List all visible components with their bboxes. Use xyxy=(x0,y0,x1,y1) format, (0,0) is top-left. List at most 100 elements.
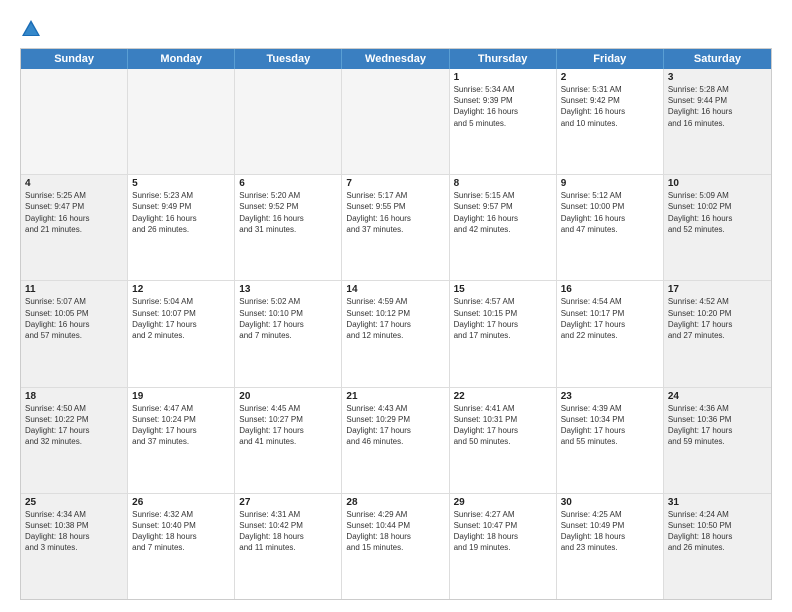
cal-cell-day-15: 15Sunrise: 4:57 AM Sunset: 10:15 PM Dayl… xyxy=(450,281,557,386)
logo-icon xyxy=(20,18,42,40)
day-number: 9 xyxy=(561,178,659,189)
cal-cell-day-12: 12Sunrise: 5:04 AM Sunset: 10:07 PM Dayl… xyxy=(128,281,235,386)
cal-cell-day-16: 16Sunrise: 4:54 AM Sunset: 10:17 PM Dayl… xyxy=(557,281,664,386)
header-cell-wednesday: Wednesday xyxy=(342,49,449,69)
cell-info: Sunrise: 4:59 AM Sunset: 10:12 PM Daylig… xyxy=(346,296,444,341)
cal-cell-day-26: 26Sunrise: 4:32 AM Sunset: 10:40 PM Dayl… xyxy=(128,494,235,599)
cell-info: Sunrise: 5:04 AM Sunset: 10:07 PM Daylig… xyxy=(132,296,230,341)
cal-cell-day-7: 7Sunrise: 5:17 AM Sunset: 9:55 PM Daylig… xyxy=(342,175,449,280)
cell-info: Sunrise: 4:34 AM Sunset: 10:38 PM Daylig… xyxy=(25,509,123,554)
cell-info: Sunrise: 5:15 AM Sunset: 9:57 PM Dayligh… xyxy=(454,190,552,235)
cal-row-0: 1Sunrise: 5:34 AM Sunset: 9:39 PM Daylig… xyxy=(21,69,771,175)
cell-info: Sunrise: 4:36 AM Sunset: 10:36 PM Daylig… xyxy=(668,403,767,448)
day-number: 21 xyxy=(346,391,444,402)
cal-cell-day-9: 9Sunrise: 5:12 AM Sunset: 10:00 PM Dayli… xyxy=(557,175,664,280)
cal-row-4: 25Sunrise: 4:34 AM Sunset: 10:38 PM Dayl… xyxy=(21,494,771,599)
header xyxy=(20,18,772,40)
day-number: 10 xyxy=(668,178,767,189)
day-number: 11 xyxy=(25,284,123,295)
cal-row-2: 11Sunrise: 5:07 AM Sunset: 10:05 PM Dayl… xyxy=(21,281,771,387)
header-cell-tuesday: Tuesday xyxy=(235,49,342,69)
day-number: 23 xyxy=(561,391,659,402)
cal-cell-day-30: 30Sunrise: 4:25 AM Sunset: 10:49 PM Dayl… xyxy=(557,494,664,599)
cell-info: Sunrise: 5:12 AM Sunset: 10:00 PM Daylig… xyxy=(561,190,659,235)
header-cell-saturday: Saturday xyxy=(664,49,771,69)
cell-info: Sunrise: 4:31 AM Sunset: 10:42 PM Daylig… xyxy=(239,509,337,554)
day-number: 18 xyxy=(25,391,123,402)
day-number: 20 xyxy=(239,391,337,402)
cal-cell-day-24: 24Sunrise: 4:36 AM Sunset: 10:36 PM Dayl… xyxy=(664,388,771,493)
day-number: 5 xyxy=(132,178,230,189)
day-number: 7 xyxy=(346,178,444,189)
day-number: 17 xyxy=(668,284,767,295)
cal-cell-day-19: 19Sunrise: 4:47 AM Sunset: 10:24 PM Dayl… xyxy=(128,388,235,493)
cell-info: Sunrise: 5:28 AM Sunset: 9:44 PM Dayligh… xyxy=(668,84,767,129)
cell-info: Sunrise: 5:31 AM Sunset: 9:42 PM Dayligh… xyxy=(561,84,659,129)
cell-info: Sunrise: 4:24 AM Sunset: 10:50 PM Daylig… xyxy=(668,509,767,554)
cell-info: Sunrise: 4:47 AM Sunset: 10:24 PM Daylig… xyxy=(132,403,230,448)
calendar-header: SundayMondayTuesdayWednesdayThursdayFrid… xyxy=(21,49,771,69)
cell-info: Sunrise: 4:43 AM Sunset: 10:29 PM Daylig… xyxy=(346,403,444,448)
cal-row-3: 18Sunrise: 4:50 AM Sunset: 10:22 PM Dayl… xyxy=(21,388,771,494)
cell-info: Sunrise: 4:52 AM Sunset: 10:20 PM Daylig… xyxy=(668,296,767,341)
day-number: 30 xyxy=(561,497,659,508)
cal-cell-day-11: 11Sunrise: 5:07 AM Sunset: 10:05 PM Dayl… xyxy=(21,281,128,386)
cell-info: Sunrise: 4:29 AM Sunset: 10:44 PM Daylig… xyxy=(346,509,444,554)
cal-cell-day-2: 2Sunrise: 5:31 AM Sunset: 9:42 PM Daylig… xyxy=(557,69,664,174)
day-number: 2 xyxy=(561,72,659,83)
cal-cell-empty xyxy=(342,69,449,174)
cal-cell-day-6: 6Sunrise: 5:20 AM Sunset: 9:52 PM Daylig… xyxy=(235,175,342,280)
cal-cell-day-31: 31Sunrise: 4:24 AM Sunset: 10:50 PM Dayl… xyxy=(664,494,771,599)
cell-info: Sunrise: 5:20 AM Sunset: 9:52 PM Dayligh… xyxy=(239,190,337,235)
cal-cell-day-28: 28Sunrise: 4:29 AM Sunset: 10:44 PM Dayl… xyxy=(342,494,449,599)
cal-cell-day-4: 4Sunrise: 5:25 AM Sunset: 9:47 PM Daylig… xyxy=(21,175,128,280)
page: SundayMondayTuesdayWednesdayThursdayFrid… xyxy=(0,0,792,612)
cell-info: Sunrise: 5:34 AM Sunset: 9:39 PM Dayligh… xyxy=(454,84,552,129)
calendar: SundayMondayTuesdayWednesdayThursdayFrid… xyxy=(20,48,772,600)
day-number: 13 xyxy=(239,284,337,295)
day-number: 26 xyxy=(132,497,230,508)
cell-info: Sunrise: 4:32 AM Sunset: 10:40 PM Daylig… xyxy=(132,509,230,554)
cell-info: Sunrise: 4:57 AM Sunset: 10:15 PM Daylig… xyxy=(454,296,552,341)
cal-row-1: 4Sunrise: 5:25 AM Sunset: 9:47 PM Daylig… xyxy=(21,175,771,281)
day-number: 8 xyxy=(454,178,552,189)
cell-info: Sunrise: 4:45 AM Sunset: 10:27 PM Daylig… xyxy=(239,403,337,448)
cal-cell-day-1: 1Sunrise: 5:34 AM Sunset: 9:39 PM Daylig… xyxy=(450,69,557,174)
cal-cell-day-13: 13Sunrise: 5:02 AM Sunset: 10:10 PM Dayl… xyxy=(235,281,342,386)
cal-cell-day-8: 8Sunrise: 5:15 AM Sunset: 9:57 PM Daylig… xyxy=(450,175,557,280)
cal-cell-day-29: 29Sunrise: 4:27 AM Sunset: 10:47 PM Dayl… xyxy=(450,494,557,599)
day-number: 15 xyxy=(454,284,552,295)
logo xyxy=(20,18,46,40)
cell-info: Sunrise: 5:23 AM Sunset: 9:49 PM Dayligh… xyxy=(132,190,230,235)
cal-cell-empty xyxy=(21,69,128,174)
day-number: 16 xyxy=(561,284,659,295)
cal-cell-day-17: 17Sunrise: 4:52 AM Sunset: 10:20 PM Dayl… xyxy=(664,281,771,386)
day-number: 29 xyxy=(454,497,552,508)
day-number: 12 xyxy=(132,284,230,295)
cal-cell-empty xyxy=(235,69,342,174)
cell-info: Sunrise: 5:25 AM Sunset: 9:47 PM Dayligh… xyxy=(25,190,123,235)
day-number: 19 xyxy=(132,391,230,402)
day-number: 27 xyxy=(239,497,337,508)
header-cell-sunday: Sunday xyxy=(21,49,128,69)
day-number: 14 xyxy=(346,284,444,295)
cal-cell-day-10: 10Sunrise: 5:09 AM Sunset: 10:02 PM Dayl… xyxy=(664,175,771,280)
cell-info: Sunrise: 5:09 AM Sunset: 10:02 PM Daylig… xyxy=(668,190,767,235)
day-number: 22 xyxy=(454,391,552,402)
cell-info: Sunrise: 4:50 AM Sunset: 10:22 PM Daylig… xyxy=(25,403,123,448)
day-number: 1 xyxy=(454,72,552,83)
cal-cell-day-22: 22Sunrise: 4:41 AM Sunset: 10:31 PM Dayl… xyxy=(450,388,557,493)
cell-info: Sunrise: 4:39 AM Sunset: 10:34 PM Daylig… xyxy=(561,403,659,448)
header-cell-thursday: Thursday xyxy=(450,49,557,69)
cell-info: Sunrise: 4:25 AM Sunset: 10:49 PM Daylig… xyxy=(561,509,659,554)
day-number: 6 xyxy=(239,178,337,189)
cal-cell-day-20: 20Sunrise: 4:45 AM Sunset: 10:27 PM Dayl… xyxy=(235,388,342,493)
calendar-body: 1Sunrise: 5:34 AM Sunset: 9:39 PM Daylig… xyxy=(21,69,771,599)
header-cell-friday: Friday xyxy=(557,49,664,69)
header-cell-monday: Monday xyxy=(128,49,235,69)
day-number: 4 xyxy=(25,178,123,189)
cal-cell-day-27: 27Sunrise: 4:31 AM Sunset: 10:42 PM Dayl… xyxy=(235,494,342,599)
day-number: 3 xyxy=(668,72,767,83)
cal-cell-day-3: 3Sunrise: 5:28 AM Sunset: 9:44 PM Daylig… xyxy=(664,69,771,174)
day-number: 24 xyxy=(668,391,767,402)
